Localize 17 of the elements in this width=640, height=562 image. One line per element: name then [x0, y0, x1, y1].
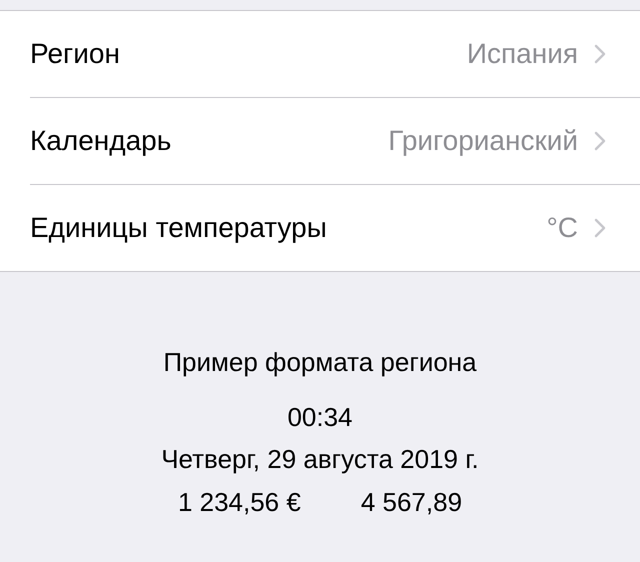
settings-row[interactable]: Регион Испания: [30, 11, 640, 98]
setting-value: Испания: [466, 38, 578, 70]
setting-label: Регион: [30, 38, 121, 70]
setting-value: °C: [546, 212, 578, 244]
setting-label: Единицы температуры: [30, 212, 328, 244]
chevron-icon: [594, 44, 606, 64]
setting-value: Григорианский: [388, 125, 578, 157]
setting-label: Календарь: [30, 125, 172, 157]
settings-row[interactable]: Календарь Григорианский: [30, 98, 640, 185]
chevron-icon: [594, 218, 606, 238]
example-date: Четверг, 29 августа 2019 г.: [161, 443, 479, 476]
example-time: 00:34: [287, 401, 353, 434]
settings-row[interactable]: Единицы температуры °C: [30, 185, 640, 271]
example-title: Пример формата региона: [163, 346, 477, 378]
example-number: 4 567,89: [360, 486, 462, 519]
example-number: 1 234,56 €: [178, 486, 301, 519]
chevron-icon: [594, 131, 606, 151]
